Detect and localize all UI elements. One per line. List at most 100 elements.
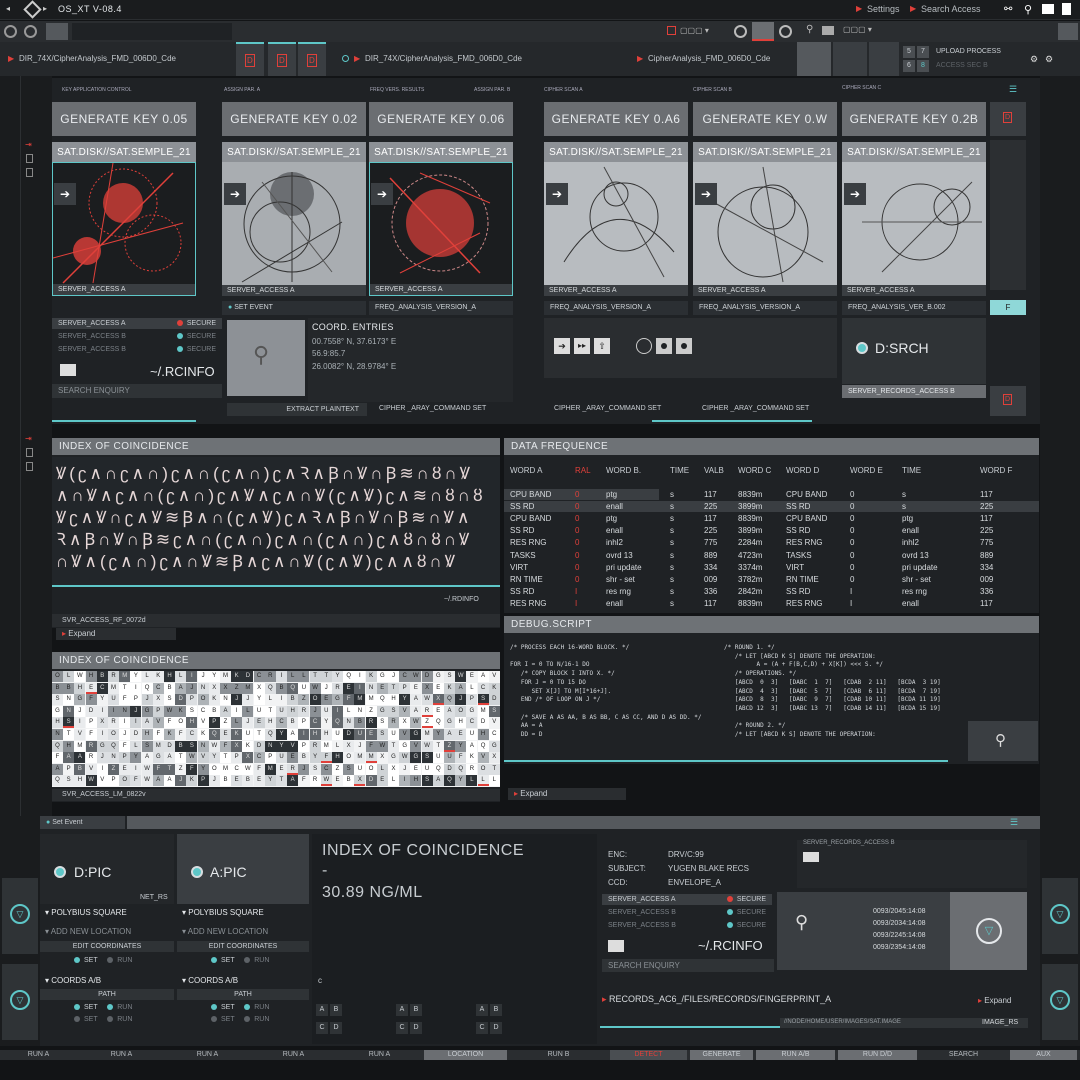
generate-key-button[interactable]: GENERATE KEY 0.06 — [369, 102, 513, 136]
extract-plaintext-button[interactable]: EXTRACT PLAINTEXT — [227, 403, 367, 416]
table-header[interactable]: VALB — [704, 466, 724, 475]
set-run-row[interactable]: SET RUN — [74, 1004, 132, 1011]
menu-arrow-right-icon[interactable]: ▸ — [43, 4, 47, 13]
upload-label[interactable]: UPLOAD PROCESS — [936, 48, 1001, 55]
toolbar-search-icon[interactable]: ⚲ — [806, 24, 813, 35]
ab-grid-cell[interactable]: A — [316, 1004, 328, 1016]
footer-button[interactable]: LOCATION — [424, 1050, 507, 1060]
rail-export-icon[interactable]: ⇥ — [25, 140, 32, 149]
footer-button[interactable]: RUN A — [166, 1050, 249, 1060]
set-run-row[interactable]: SET RUN — [211, 1004, 269, 1011]
toolbar-folder-icon[interactable] — [822, 26, 834, 35]
records-expand[interactable]: ▸ Expand — [978, 996, 1011, 1005]
table-header[interactable]: TIME — [670, 466, 689, 475]
toolbar-button-2[interactable] — [24, 25, 37, 38]
footer-button[interactable]: SEARCH — [920, 1050, 1007, 1060]
path-button[interactable]: PATH — [40, 989, 174, 1000]
ab-grid-cell[interactable]: B — [330, 1004, 342, 1016]
play-icon[interactable]: ➔ — [554, 338, 570, 354]
toolbar-red-square-icon[interactable] — [667, 26, 676, 35]
table-header[interactable]: WORD E — [850, 466, 883, 475]
ab-grid-cell[interactable]: D — [330, 1022, 342, 1034]
toolbar-circle-b[interactable] — [779, 25, 792, 38]
toolbar-circle-a[interactable] — [734, 25, 747, 38]
tab-path-left[interactable]: DIR_74X/CipherAnalysis_FMD_006D0_Cde — [19, 54, 176, 63]
table-header[interactable]: WORD F — [980, 466, 1012, 475]
gear-icon[interactable]: ⚙ — [1030, 54, 1038, 65]
tab-path-right[interactable]: CipherAnalysis_FMD_006D0_Cde — [648, 54, 770, 63]
gear-icon-2[interactable]: ⚙ — [1045, 54, 1053, 65]
generate-key-button[interactable]: GENERATE KEY 0.2B — [842, 102, 986, 136]
letter-grid[interactable]: OLWHBRMYLKHLIJYMKDCRILLTTYQIKGJCWDGSWEAV… — [52, 671, 500, 787]
menu-arrow-icon[interactable]: ◂ — [6, 4, 10, 13]
tab-path-mid[interactable]: DIR_74X/CipherAnalysis_FMD_006D0_Cde — [365, 54, 522, 63]
set-event-label[interactable]: ● SET EVENT — [222, 301, 366, 315]
right-tool-doc[interactable]: D — [990, 102, 1026, 136]
footer-button[interactable]: AUX — [1010, 1050, 1077, 1060]
add-location-dropdown[interactable]: ▾ ADD NEW LOCATION — [182, 927, 268, 936]
folder-icon[interactable] — [608, 940, 624, 952]
debug-search-button[interactable]: ⚲ — [968, 721, 1038, 761]
set-run-row[interactable]: SET RUN — [74, 957, 132, 964]
export-button[interactable]: ➔ — [546, 183, 568, 205]
footer-button[interactable]: RUN B — [510, 1050, 607, 1060]
export-button[interactable]: ➔ — [695, 183, 717, 205]
shield-button[interactable]: ▽ — [2, 878, 38, 954]
table-header[interactable]: WORD B. — [606, 466, 641, 475]
ab-grid-cell[interactable]: A — [476, 1004, 488, 1016]
server-row[interactable]: SERVER_ACCESS B SECURE — [52, 331, 222, 342]
search-access-link[interactable]: Search Access — [921, 4, 981, 14]
polybius-dropdown[interactable]: ▾ POLYBIUS SQUARE — [182, 908, 264, 917]
folder-icon[interactable] — [60, 364, 76, 376]
server-row[interactable]: SERVER_ACCESS A SECURE — [602, 894, 772, 905]
upload-icon[interactable]: ⇧ — [594, 338, 610, 354]
server-row[interactable]: SERVER_ACCESS B SECURE — [52, 344, 222, 355]
shield-button-4[interactable]: ▽ — [1042, 964, 1078, 1040]
generate-key-button[interactable]: GENERATE KEY 0.A6 — [544, 102, 688, 136]
dsrch-button[interactable]: D:SRCH — [842, 318, 986, 384]
ab-grid-cell[interactable]: A — [396, 1004, 408, 1016]
table-header[interactable]: WORD D — [786, 466, 819, 475]
shield-button-2[interactable]: ▽ — [2, 964, 38, 1040]
list-icon[interactable]: ☰ — [1010, 817, 1018, 828]
search-enquiry-field[interactable]: SEARCH ENQUIRY — [602, 959, 774, 972]
ab-grid-cell[interactable]: D — [410, 1022, 422, 1034]
coords-ab-dropdown[interactable]: ▾ COORDS A/B — [45, 976, 101, 985]
tab-doc-1[interactable]: D — [236, 42, 264, 76]
generate-key-button[interactable]: GENERATE KEY 0.05 — [52, 102, 196, 136]
rail-doc-icon-2[interactable] — [26, 448, 33, 457]
server-records-box[interactable]: SERVER_RECORDS_ACCESS B — [797, 840, 1027, 888]
record-icon-2[interactable] — [656, 338, 672, 354]
footer-button[interactable]: RUN D/D — [838, 1050, 917, 1060]
ab-grid[interactable]: ABABABCDCDCD — [316, 1004, 506, 1042]
record-icon-1[interactable] — [636, 338, 652, 354]
toolbar-squares-icons[interactable]: ▢▢▢ ▾ — [843, 25, 872, 34]
path-button[interactable]: PATH — [177, 989, 309, 1000]
table-header[interactable]: TIME — [902, 466, 921, 475]
ab-grid-cell[interactable]: B — [410, 1004, 422, 1016]
records-bar[interactable]: ▸ RECORDS_AC6_/FILES/RECORDS/FINGERPRINT… — [602, 994, 1024, 1008]
toolbar-button-3[interactable] — [46, 23, 68, 40]
fast-forward-icon[interactable]: ▸▸ — [574, 338, 590, 354]
footer-button[interactable]: RUN A/B — [756, 1050, 835, 1060]
footer-button[interactable]: GENERATE — [690, 1050, 753, 1060]
table-header[interactable]: RAL — [575, 466, 591, 475]
record-icon-3[interactable] — [676, 338, 692, 354]
polybius-dropdown[interactable]: ▾ POLYBIUS SQUARE — [45, 908, 127, 917]
toolbar-window-icons[interactable]: ▢▢▢ ▾ — [680, 26, 709, 35]
server-row[interactable]: SERVER_ACCESS B SECURE — [602, 907, 772, 918]
export-button[interactable]: ➔ — [54, 183, 76, 205]
expand-button-2[interactable]: ▸ Expand — [508, 788, 626, 800]
table-header[interactable]: WORD C — [738, 466, 771, 475]
right-tool-doc-2[interactable]: D — [990, 386, 1026, 416]
set-run-row[interactable]: SET RUN — [211, 957, 269, 964]
expand-button[interactable]: ▸ Expand — [56, 628, 176, 640]
rail-doc-icon[interactable] — [26, 154, 33, 163]
ab-grid-cell[interactable]: C — [476, 1022, 488, 1034]
glyph-image[interactable]: Ꝟ(ʗ∧∩ʗ∧∩)ʗ∧∩(ʗ∧∩)ʗ∧Ꝛ∧Ꞵ∩Ꝟ∩Ꞵ≋∩ȣ∩Ꝟ ∧∩Ꝟ∧ʗ∧∩(… — [52, 457, 500, 585]
list-icon[interactable]: ☰ — [1009, 84, 1017, 95]
edit-coordinates-button[interactable]: EDIT COORDINATES — [177, 941, 309, 952]
toolbar-button-1[interactable] — [4, 25, 17, 38]
set-event-bar[interactable]: ● Set Event — [40, 816, 125, 829]
export-button[interactable]: ➔ — [371, 183, 393, 205]
